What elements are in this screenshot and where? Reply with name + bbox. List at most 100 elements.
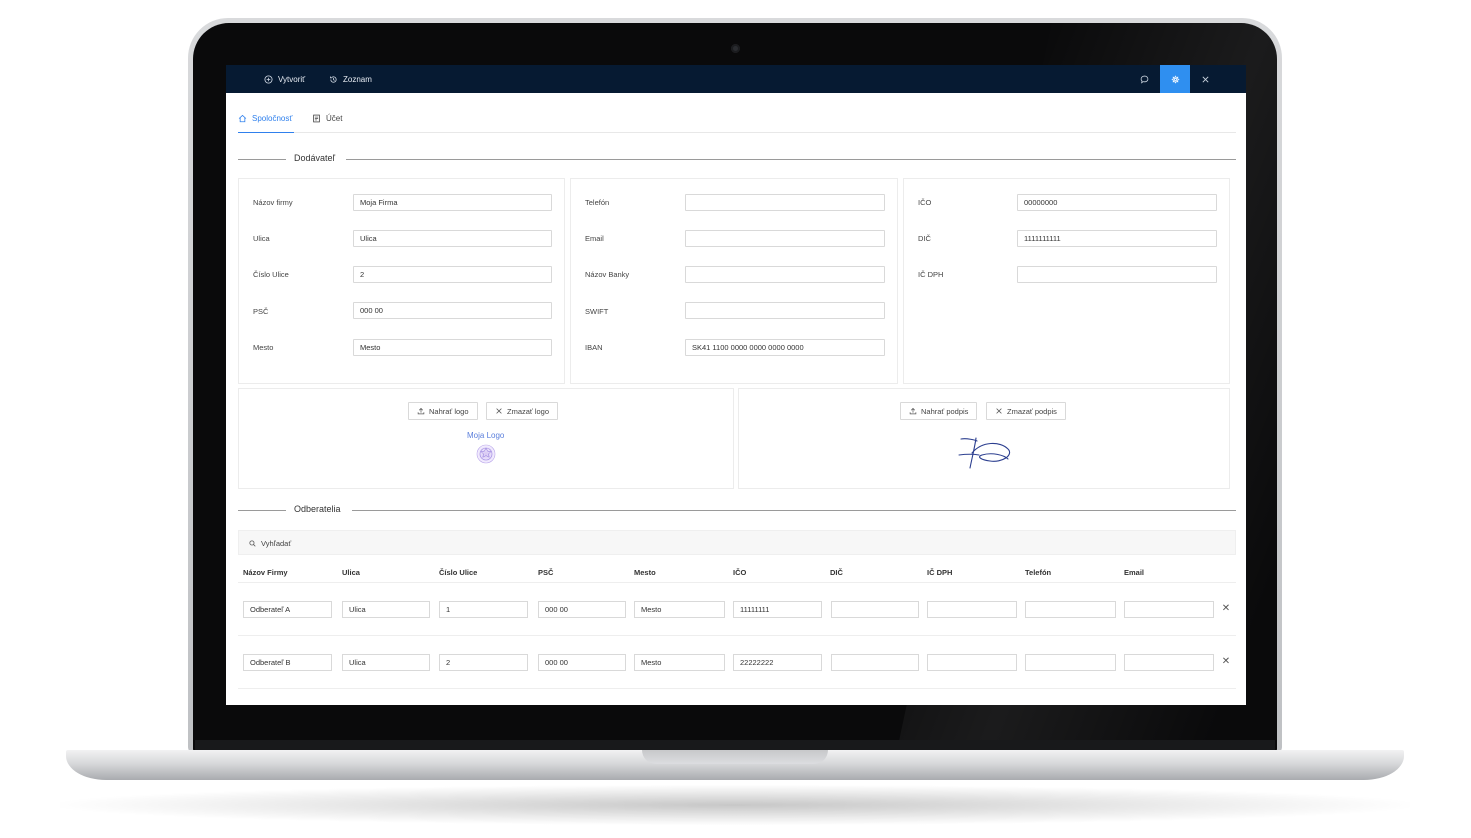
cell-street-input[interactable] <box>342 654 430 671</box>
cell-ico-input[interactable] <box>733 601 822 618</box>
remove-row-button[interactable]: ✕ <box>1221 656 1231 668</box>
document-icon <box>313 114 320 123</box>
search-icon <box>249 540 256 547</box>
close-icon <box>1201 75 1209 83</box>
chat-bubble-icon <box>1140 75 1148 84</box>
tab-company[interactable]: Spoločnosť <box>238 111 295 133</box>
city-input[interactable] <box>353 339 552 356</box>
column-header-vat-id[interactable]: IČ DPH <box>927 568 952 577</box>
supplier-column-2: Telefón Email Názov Banky SWIFT IBAN <box>570 178 898 384</box>
gear-icon <box>1171 75 1179 83</box>
laptop-base-notch <box>642 750 828 764</box>
close-button[interactable] <box>1190 65 1220 93</box>
upload-logo-label: Nahrať logo <box>429 406 469 416</box>
vat-id-input[interactable] <box>1017 266 1217 283</box>
field-label-postal-code: PSČ <box>253 307 269 316</box>
field-label-iban: IBAN <box>585 343 603 352</box>
upload-icon <box>417 407 425 415</box>
plus-circle-icon <box>264 74 273 84</box>
bank-name-input[interactable] <box>685 266 885 283</box>
supplier-column-3: IČO DIČ IČ DPH <box>903 178 1230 384</box>
app-screen: Vytvoriť Zoznam Spoločnosť Účet Dodávate… <box>226 65 1246 705</box>
tab-company-label: Spoločnosť <box>252 114 293 123</box>
field-label-vat-id: IČ DPH <box>918 270 944 279</box>
cell-dic-input[interactable] <box>831 654 919 671</box>
supplier-section-divider: Dodávateľ <box>238 153 1236 165</box>
street-input[interactable] <box>353 230 552 247</box>
swift-input[interactable] <box>685 302 885 319</box>
field-label-street-number: Číslo Ulice <box>253 270 289 279</box>
field-label-email: Email <box>585 234 604 243</box>
upload-signature-label: Nahrať podpis <box>921 406 969 416</box>
cell-vat-id-input[interactable] <box>927 654 1017 671</box>
cell-postal-code-input[interactable] <box>538 654 626 671</box>
history-icon <box>330 75 337 83</box>
cell-city-input[interactable] <box>634 654 725 671</box>
cell-company-name-input[interactable] <box>243 601 332 618</box>
cell-email-input[interactable] <box>1124 601 1214 618</box>
customers-section-title: Odberatelia <box>294 504 341 514</box>
column-header-phone[interactable]: Telefón <box>1025 568 1051 577</box>
remove-row-button[interactable]: ✕ <box>1221 603 1231 615</box>
column-header-email[interactable]: Email <box>1124 568 1144 577</box>
customers-table-header: Názov Firmy Ulica Číslo Ulice PSČ Mesto … <box>238 563 1236 583</box>
laptop-hinge <box>195 740 1275 750</box>
cell-street-number-input[interactable] <box>439 601 528 618</box>
field-label-dic: DIČ <box>918 234 931 243</box>
signature-image <box>958 437 1010 469</box>
delete-logo-label: Zmazať logo <box>507 406 549 416</box>
column-header-postal-code[interactable]: PSČ <box>538 568 553 577</box>
column-header-company-name[interactable]: Názov Firmy <box>243 568 288 577</box>
cell-ico-input[interactable] <box>733 654 822 671</box>
cell-phone-input[interactable] <box>1025 654 1116 671</box>
signature-panel: Nahrať podpis Zmazať podpis <box>738 388 1230 489</box>
cell-postal-code-input[interactable] <box>538 601 626 618</box>
nav-list-label: Zoznam <box>343 74 372 84</box>
delete-signature-label: Zmazať podpis <box>1007 406 1057 416</box>
logo-panel: Nahrať logo Zmazať logo Moja Logo <box>238 388 734 489</box>
close-icon <box>996 408 1002 414</box>
phone-input[interactable] <box>685 194 885 211</box>
cell-vat-id-input[interactable] <box>927 601 1017 618</box>
cell-street-input[interactable] <box>342 601 430 618</box>
logo-text: Moja Logo <box>467 431 505 440</box>
dic-input[interactable] <box>1017 230 1217 247</box>
field-label-swift: SWIFT <box>585 307 609 316</box>
nav-list[interactable]: Zoznam <box>329 65 372 93</box>
cell-city-input[interactable] <box>634 601 725 618</box>
company-name-input[interactable] <box>353 194 552 211</box>
postal-code-input[interactable] <box>353 302 552 319</box>
column-header-ico[interactable]: IČO <box>733 568 746 577</box>
column-header-city[interactable]: Mesto <box>634 568 656 577</box>
top-navigation-bar: Vytvoriť Zoznam <box>226 65 1246 93</box>
ico-input[interactable] <box>1017 194 1217 211</box>
cell-phone-input[interactable] <box>1025 601 1116 618</box>
column-header-dic[interactable]: DIČ <box>830 568 843 577</box>
upload-signature-button[interactable]: Nahrať podpis <box>900 402 978 420</box>
field-label-bank-name: Názov Banky <box>585 270 630 279</box>
iban-input[interactable] <box>685 339 885 356</box>
cell-company-name-input[interactable] <box>243 654 332 671</box>
delete-logo-button[interactable]: Zmazať logo <box>486 402 558 420</box>
tab-account-label: Účet <box>326 114 343 123</box>
customer-search-input[interactable] <box>261 535 661 551</box>
field-label-phone: Telefón <box>585 198 610 207</box>
street-number-input[interactable] <box>353 266 552 283</box>
delete-signature-button[interactable]: Zmazať podpis <box>986 402 1066 420</box>
tab-account[interactable]: Účet <box>312 111 342 133</box>
email-input[interactable] <box>685 230 885 247</box>
cell-dic-input[interactable] <box>831 601 919 618</box>
upload-icon <box>909 407 917 415</box>
home-icon <box>238 114 247 123</box>
column-header-street[interactable]: Ulica <box>342 568 360 577</box>
upload-logo-button[interactable]: Nahrať logo <box>408 402 478 420</box>
supplier-section-title: Dodávateľ <box>294 153 336 163</box>
nav-create[interactable]: Vytvoriť <box>264 65 305 93</box>
column-header-street-number[interactable]: Číslo Ulice <box>439 568 477 577</box>
settings-button[interactable] <box>1160 65 1190 93</box>
nav-create-label: Vytvoriť <box>278 74 306 84</box>
chat-button[interactable] <box>1129 65 1159 93</box>
supplier-column-1: Názov firmy Ulica Číslo Ulice PSČ Mesto <box>238 178 565 384</box>
cell-street-number-input[interactable] <box>439 654 528 671</box>
cell-email-input[interactable] <box>1124 654 1214 671</box>
